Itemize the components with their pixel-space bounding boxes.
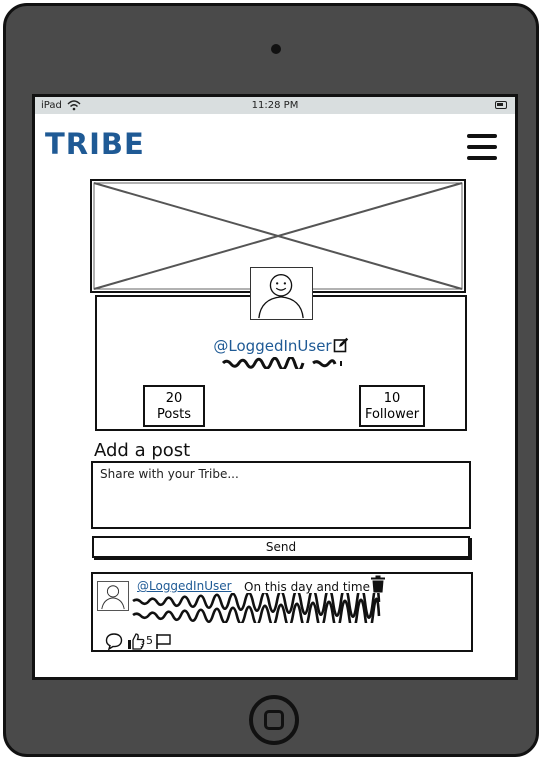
screen: iPad 11:28 PM TRIBE @LoggedInUser 20 Pos… bbox=[32, 94, 518, 680]
flag-icon[interactable] bbox=[155, 632, 173, 650]
status-bar: iPad 11:28 PM bbox=[35, 97, 515, 114]
home-button-icon bbox=[264, 710, 284, 730]
app-logo: TRIBE bbox=[45, 127, 145, 161]
bio-text-placeholder bbox=[221, 357, 342, 369]
feed-post: @LoggedInUser On this day and time 5 bbox=[91, 572, 473, 652]
posts-label: Posts bbox=[157, 407, 191, 422]
post-text-input[interactable] bbox=[91, 461, 471, 529]
tablet-device: iPad 11:28 PM TRIBE @LoggedInUser 20 Pos… bbox=[3, 3, 539, 757]
battery-icon bbox=[495, 101, 507, 109]
home-button[interactable] bbox=[249, 695, 299, 745]
followers-count-box[interactable]: 10 Follower bbox=[359, 385, 425, 427]
camera bbox=[271, 44, 281, 54]
add-post-heading: Add a post bbox=[94, 440, 191, 461]
hamburger-menu-icon[interactable] bbox=[467, 134, 497, 160]
posts-count-box[interactable]: 20 Posts bbox=[143, 385, 205, 427]
profile-username[interactable]: @LoggedInUser bbox=[97, 337, 465, 355]
profile-avatar bbox=[250, 267, 313, 320]
followers-count: 10 bbox=[383, 391, 401, 406]
thumbs-up-icon[interactable] bbox=[127, 632, 145, 650]
clock: 11:28 PM bbox=[251, 100, 299, 111]
send-button[interactable]: Send bbox=[92, 536, 470, 558]
like-count: 5 bbox=[146, 634, 153, 647]
post-author-avatar bbox=[97, 581, 129, 611]
trash-icon[interactable] bbox=[370, 575, 386, 593]
edit-icon[interactable] bbox=[333, 337, 349, 353]
post-author-link[interactable]: @LoggedInUser bbox=[137, 579, 232, 593]
post-body-placeholder bbox=[132, 593, 381, 623]
profile-username-text: @LoggedInUser bbox=[213, 337, 332, 355]
posts-count: 20 bbox=[165, 391, 183, 406]
followers-label: Follower bbox=[364, 407, 420, 422]
post-date: On this day and time bbox=[244, 580, 370, 594]
comment-icon[interactable] bbox=[105, 632, 123, 650]
